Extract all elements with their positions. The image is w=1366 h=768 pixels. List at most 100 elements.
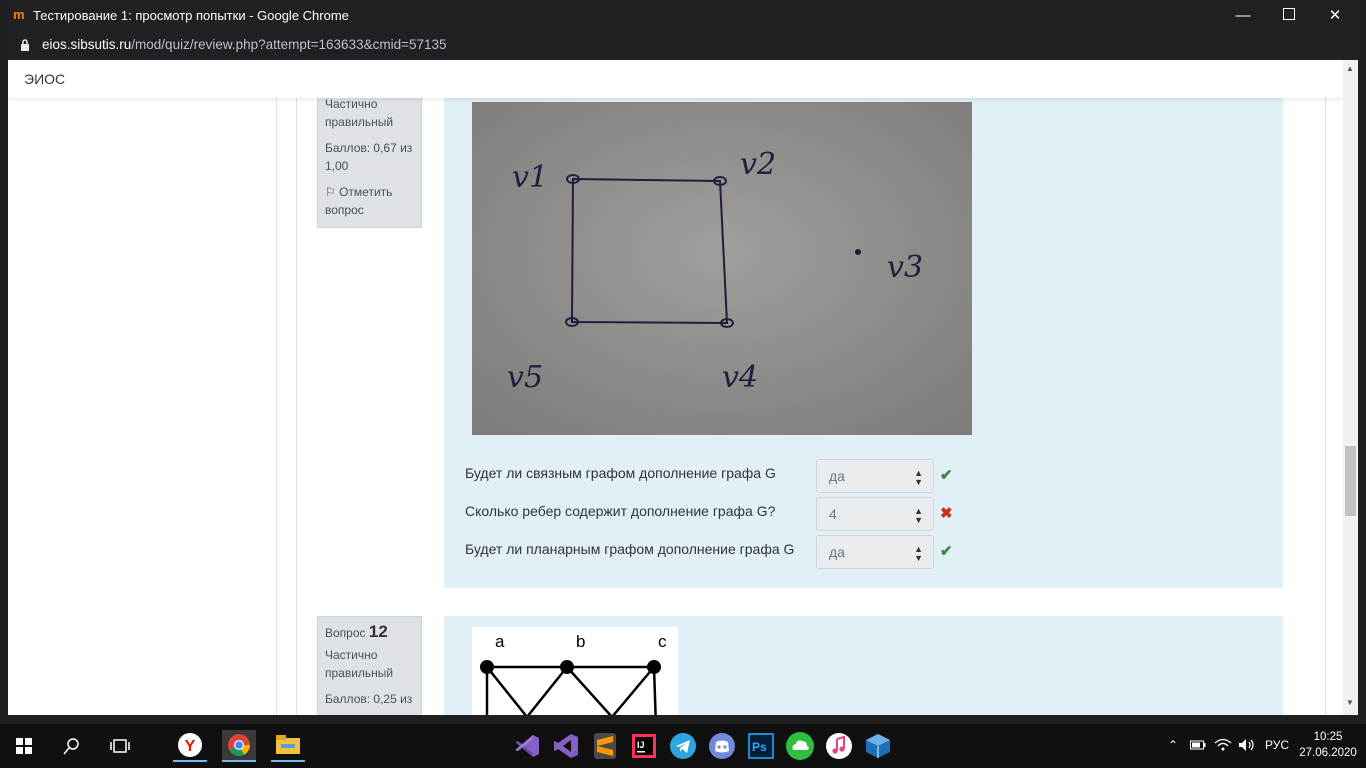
volume-icon[interactable] (1238, 738, 1256, 752)
start-icon (16, 738, 32, 754)
flag-question-link[interactable]: ⚐ Отметить вопрос (325, 183, 414, 219)
tray-overflow-icon[interactable]: ⌃ (1168, 738, 1178, 752)
cloud-app[interactable] (783, 730, 817, 762)
answer-select-3[interactable]: да ▲ ▼ (816, 535, 934, 569)
discord-icon (709, 733, 735, 759)
question-label: Вопрос (325, 626, 366, 640)
svg-text:IJ: IJ (637, 740, 645, 750)
cloud-sync-icon (786, 732, 814, 760)
scroll-up-icon[interactable]: ▲ (1346, 64, 1354, 73)
moodle-logo-icon: m (13, 7, 25, 22)
label-v5: v5 (507, 360, 543, 395)
incorrect-icon: ✖ (940, 505, 953, 522)
subquestion-1-text: Будет ли связным графом дополнение графа… (465, 465, 776, 481)
answer-value-3: да (829, 544, 845, 560)
site-brand[interactable]: ЭИОС (24, 71, 65, 87)
graph-photo: v1 v2 v3 v4 v5 (472, 102, 972, 435)
select-arrows-icon: ▲ ▼ (914, 544, 923, 563)
address-bar[interactable]: eios.sibsutis.ru/mod/quiz/review.php?att… (8, 31, 1358, 60)
chrome-app[interactable] (222, 730, 256, 762)
answer-value-2: 4 (829, 506, 837, 522)
intellij-idea-icon: IJ (632, 734, 656, 758)
svg-text:Ps: Ps (752, 740, 767, 754)
lock-icon (21, 39, 29, 51)
itunes-icon (826, 733, 852, 759)
question-grade: Баллов: 0,67 из 1,00 (325, 141, 413, 173)
sublime-app[interactable] (588, 730, 622, 762)
minimize-button[interactable]: — (1220, 0, 1266, 31)
itunes-app[interactable] (822, 730, 856, 762)
task-view-button[interactable] (103, 730, 137, 762)
vertex-label-a: a (495, 632, 505, 651)
intellij-app[interactable]: IJ (627, 730, 661, 762)
label-v3: v3 (887, 250, 923, 285)
taskbar-clock[interactable]: 10:25 27.06.2020 (1296, 729, 1360, 761)
select-arrows-icon: ▲ ▼ (914, 468, 923, 487)
question-number: Вопрос 12 (325, 623, 414, 642)
question-info-12: Вопрос 12 Частично правильный Баллов: 0,… (317, 616, 422, 715)
vscode-app[interactable] (510, 730, 544, 762)
windows-taskbar: Y IJ Ps ⌃ РУС 10:25 27.06.2020 (0, 724, 1366, 768)
vertex-label-c: c (658, 632, 667, 651)
label-v1: v1 (512, 160, 548, 195)
maximize-button[interactable] (1266, 0, 1312, 31)
discord-app[interactable] (705, 730, 739, 762)
vertex-v3 (855, 249, 861, 255)
vertex-c (647, 660, 661, 674)
page-scrollbar[interactable]: ▲ ▼ (1343, 60, 1358, 715)
correct-icon: ✔ (940, 543, 953, 560)
scroll-thumb[interactable] (1345, 446, 1356, 516)
close-button[interactable]: ✕ (1312, 0, 1358, 31)
visual-studio-app[interactable] (549, 730, 583, 762)
question-state: Частично правильный (325, 97, 394, 129)
question-number-value: 12 (368, 622, 388, 641)
subquestion-3-text: Будет ли планарным графом дополнение гра… (465, 541, 795, 557)
svg-text:Y: Y (185, 738, 196, 755)
answer-value-1: да (829, 468, 845, 484)
task-view-icon (110, 739, 130, 753)
left-drawer (8, 60, 277, 715)
file-explorer-icon (276, 735, 300, 754)
maximize-icon (1283, 8, 1295, 20)
question-state: Частично правильный (325, 648, 394, 680)
site-navbar: ЭИОС (8, 60, 1343, 98)
chrome-icon (228, 734, 250, 756)
clock-date: 27.06.2020 (1299, 747, 1357, 759)
telegram-app[interactable] (666, 730, 700, 762)
visual-studio-code-icon (515, 735, 539, 757)
vertex-a (480, 660, 494, 674)
url-text[interactable]: eios.sibsutis.ru/mod/quiz/review.php?att… (42, 37, 447, 52)
start-button[interactable] (7, 730, 41, 762)
scroll-down-icon[interactable]: ▼ (1346, 698, 1354, 707)
subquestion-2-text: Сколько ребер содержит дополнение графа … (465, 503, 776, 519)
url-path: /mod/quiz/review.php?attempt=163633&cmid… (131, 37, 447, 52)
search-button[interactable] (55, 730, 89, 762)
answer-select-1[interactable]: да ▲ ▼ (816, 459, 934, 493)
question-grade: Баллов: 0,25 из (325, 692, 413, 706)
network-icon[interactable] (1214, 738, 1232, 752)
virtualbox-app[interactable] (861, 730, 895, 762)
main-region-border (296, 60, 297, 715)
graph-image-12: a b c (472, 627, 678, 715)
language-indicator[interactable]: РУС (1265, 738, 1289, 752)
clock-time: 10:25 (1313, 731, 1343, 743)
label-v4: v4 (722, 360, 758, 395)
window-title: Тестирование 1: просмотр попытки - Googl… (33, 8, 349, 23)
search-icon (63, 738, 79, 755)
url-host: eios.sibsutis.ru (42, 37, 132, 52)
battery-icon[interactable] (1190, 739, 1206, 751)
file-explorer-app[interactable] (271, 730, 305, 762)
title-bar: m Тестирование 1: просмотр попытки - Goo… (8, 0, 1358, 31)
photoshop-icon: Ps (748, 733, 774, 759)
sublime-text-icon (594, 733, 616, 759)
vertex-label-b: b (576, 632, 585, 651)
telegram-icon (670, 733, 696, 759)
photoshop-app[interactable]: Ps (744, 730, 778, 762)
graph-drawing: v1 v2 v3 v4 v5 (472, 102, 972, 435)
correct-icon: ✔ (940, 467, 953, 484)
answer-select-2[interactable]: 4 ▲ ▼ (816, 497, 934, 531)
virtualbox-icon (866, 734, 890, 758)
yandex-browser-icon: Y (178, 733, 202, 757)
yandex-browser-app[interactable]: Y (173, 730, 207, 762)
flag-icon: ⚐ (325, 185, 340, 199)
